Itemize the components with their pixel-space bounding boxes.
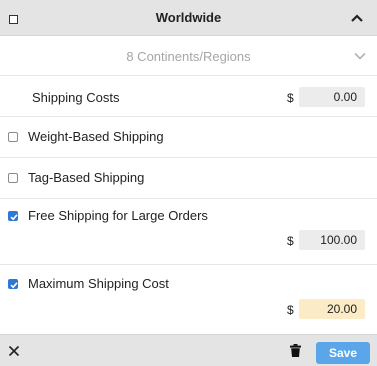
checkmark-icon [10, 214, 18, 221]
free-shipping-checkbox[interactable] [8, 211, 18, 221]
free-shipping-label: Free Shipping for Large Orders [28, 208, 208, 223]
save-button[interactable]: Save [316, 342, 370, 364]
shipping-costs-currency: $ [287, 91, 294, 105]
tag-based-label: Tag-Based Shipping [28, 170, 145, 185]
zone-title: Worldwide [155, 10, 222, 25]
max-cost-input[interactable]: 20.00 [299, 299, 365, 319]
regions-dropdown[interactable]: 8 Continents/Regions [0, 36, 377, 76]
close-icon[interactable] [8, 345, 20, 357]
weight-based-label: Weight-Based Shipping [28, 129, 164, 144]
regions-summary: 8 Continents/Regions [126, 49, 251, 64]
max-cost-currency: $ [287, 303, 294, 317]
shipping-costs-row: Shipping Costs $ 0.00 [0, 76, 377, 117]
max-cost-checkbox[interactable] [8, 279, 18, 289]
tag-based-checkbox[interactable] [8, 173, 18, 183]
panel-footer: Save [0, 334, 377, 366]
shipping-costs-input[interactable]: 0.00 [299, 87, 365, 107]
shipping-zone-panel: Worldwide 8 Continents/Regions Shipping … [0, 0, 377, 366]
checkmark-icon [10, 282, 18, 289]
shipping-costs-label: Shipping Costs [32, 90, 120, 105]
free-shipping-currency: $ [287, 234, 294, 248]
max-cost-label: Maximum Shipping Cost [28, 276, 169, 291]
tag-based-row: Tag-Based Shipping [0, 158, 377, 199]
max-cost-row: Maximum Shipping Cost $ 20.00 [0, 265, 377, 334]
trash-icon[interactable] [290, 344, 301, 357]
free-shipping-threshold-input[interactable]: 100.00 [299, 230, 365, 250]
chevron-down-icon[interactable] [354, 52, 366, 60]
chevron-up-icon[interactable] [351, 13, 363, 23]
weight-based-row: Weight-Based Shipping [0, 117, 377, 158]
weight-based-checkbox[interactable] [8, 132, 18, 142]
zone-header: Worldwide [0, 0, 377, 36]
free-shipping-row: Free Shipping for Large Orders $ 100.00 [0, 199, 377, 265]
